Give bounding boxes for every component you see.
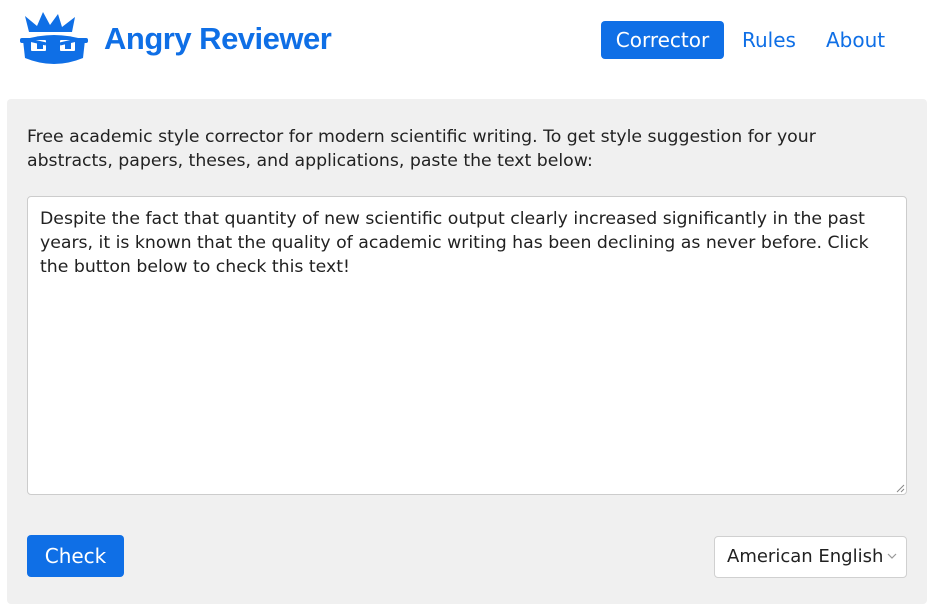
main-nav: Corrector Rules About bbox=[0, 21, 936, 59]
check-button[interactable]: Check bbox=[27, 535, 124, 577]
header: Angry Reviewer Corrector Rules About bbox=[0, 0, 936, 99]
language-selected-label: American English bbox=[727, 546, 884, 567]
corrector-panel: Free academic style corrector for modern… bbox=[7, 99, 927, 604]
nav-corrector[interactable]: Corrector bbox=[601, 21, 724, 59]
resize-handle-icon[interactable] bbox=[896, 484, 905, 493]
chevron-down-icon bbox=[887, 553, 897, 559]
nav-about[interactable]: About bbox=[826, 21, 885, 59]
intro-text: Free academic style corrector for modern… bbox=[27, 127, 816, 171]
language-select[interactable]: American English bbox=[714, 536, 907, 578]
text-input[interactable]: Despite the fact that quantity of new sc… bbox=[27, 196, 907, 495]
nav-rules[interactable]: Rules bbox=[742, 21, 796, 59]
